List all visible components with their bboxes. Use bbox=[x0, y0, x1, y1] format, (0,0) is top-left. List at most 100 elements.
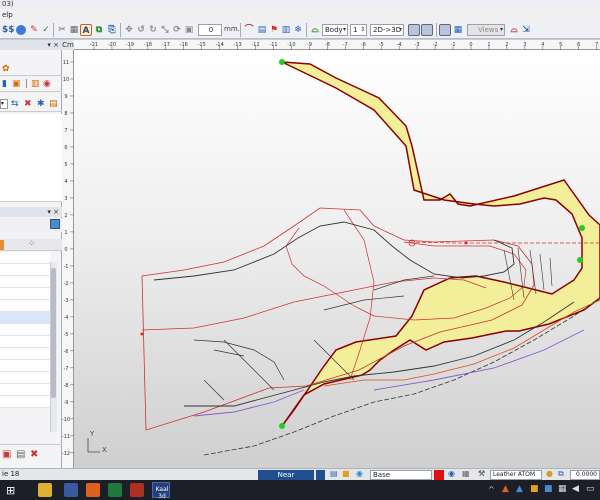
align-icon[interactable]: A bbox=[80, 24, 92, 36]
table-row-selected[interactable] bbox=[0, 312, 50, 324]
red-point[interactable] bbox=[140, 332, 144, 336]
layer-add-icon[interactable]: ▣ bbox=[12, 79, 21, 89]
drawing-canvas[interactable]: Y X bbox=[74, 50, 600, 468]
grid-icon[interactable]: ▦ bbox=[68, 24, 80, 36]
remove-icon[interactable]: ✖ bbox=[30, 449, 38, 460]
snap-select[interactable]: Near bbox=[258, 470, 314, 480]
view-2d-icon[interactable] bbox=[408, 24, 420, 36]
eye-icon[interactable]: ◉ bbox=[356, 469, 363, 478]
layers-icon[interactable]: ▤ bbox=[330, 469, 338, 478]
panel-close[interactable]: × bbox=[53, 41, 59, 49]
red-point[interactable] bbox=[464, 241, 468, 245]
table-row[interactable] bbox=[0, 396, 50, 408]
box-icon[interactable]: ▣ bbox=[183, 24, 195, 36]
shoe-icon[interactable]: ⌓ bbox=[309, 24, 321, 36]
globe-icon[interactable] bbox=[16, 25, 26, 35]
delete-icon[interactable]: ▣ bbox=[2, 449, 11, 460]
file-explorer-icon[interactable] bbox=[38, 483, 52, 497]
palette-icon[interactable]: ◉ bbox=[43, 79, 51, 89]
app-icon[interactable] bbox=[86, 483, 100, 497]
scissors-icon[interactable]: ✂ bbox=[56, 24, 68, 36]
table-row[interactable] bbox=[0, 324, 50, 336]
dropdown-icon[interactable]: ▾ bbox=[0, 99, 8, 109]
rotate-right-icon[interactable]: ↻ bbox=[147, 24, 159, 36]
volume-icon[interactable]: ◀ bbox=[572, 484, 579, 494]
view-split-icon[interactable] bbox=[421, 24, 433, 36]
offset-stepper[interactable]: 0 bbox=[198, 24, 222, 36]
scale-icon[interactable]: ⧉ bbox=[558, 469, 564, 479]
table-row[interactable] bbox=[0, 372, 50, 384]
last-contour[interactable] bbox=[153, 221, 515, 281]
pen-icon[interactable]: ✎ bbox=[28, 24, 40, 36]
material-icon[interactable]: ⚒ bbox=[478, 469, 485, 478]
mode-select[interactable]: 2D->3D ▾ bbox=[370, 24, 404, 36]
chevron-up-icon[interactable]: ^ bbox=[488, 485, 495, 494]
material-select[interactable]: Leather ATOM bbox=[490, 470, 542, 480]
copy-icon[interactable]: ⎘ bbox=[106, 24, 118, 36]
tray-icon[interactable]: ■ bbox=[530, 484, 539, 494]
green-marker[interactable] bbox=[577, 257, 583, 263]
stack-icon[interactable]: ▤ bbox=[49, 99, 58, 109]
table-row[interactable] bbox=[0, 252, 50, 264]
transfer-icon[interactable]: ⇆ bbox=[11, 99, 19, 109]
list-icon[interactable]: ▤ bbox=[16, 449, 25, 460]
windows-start-icon[interactable]: ⊞ bbox=[6, 484, 15, 497]
star-icon[interactable]: ✱ bbox=[37, 99, 45, 109]
flag-icon[interactable]: ⚑ bbox=[268, 24, 280, 36]
menu-help[interactable]: elp bbox=[2, 11, 13, 19]
table-row[interactable] bbox=[0, 384, 50, 396]
snowflake-icon[interactable]: ❄ bbox=[292, 24, 304, 36]
coin-icon[interactable]: ● bbox=[546, 469, 553, 478]
table-row[interactable] bbox=[0, 288, 50, 300]
eye-icon[interactable]: ◉ bbox=[448, 469, 455, 478]
display-icon[interactable]: ▭ bbox=[586, 484, 595, 494]
number-select[interactable]: 1 ⇕ bbox=[350, 24, 367, 36]
grid-toggle-icon[interactable]: ▦ bbox=[452, 24, 464, 36]
mirror-icon[interactable]: ⧉ bbox=[93, 24, 105, 36]
rotate-left-icon[interactable]: ↺ bbox=[135, 24, 147, 36]
tray-icon[interactable]: ▲ bbox=[502, 484, 509, 494]
app-icon[interactable] bbox=[64, 483, 78, 497]
chevron-down-icon[interactable] bbox=[316, 470, 325, 480]
shoe-red-icon[interactable]: ⌓ bbox=[508, 24, 520, 36]
layers-icon[interactable]: ▤ bbox=[256, 24, 268, 36]
export-icon[interactable]: ⇲ bbox=[520, 24, 532, 36]
table-row[interactable] bbox=[0, 360, 50, 372]
green-marker[interactable] bbox=[279, 423, 285, 429]
add-icon[interactable]: ▮ bbox=[2, 79, 7, 89]
value-field[interactable]: 0.0000 bbox=[570, 470, 600, 480]
grid-icon[interactable]: ▦ bbox=[462, 469, 470, 478]
table-row[interactable] bbox=[0, 300, 50, 312]
check-icon[interactable]: ✓ bbox=[40, 24, 52, 36]
move-icon[interactable]: ✥ bbox=[123, 24, 135, 36]
layer-select[interactable]: Base bbox=[370, 470, 432, 480]
tool-icon[interactable]: ✿ bbox=[2, 64, 10, 74]
green-marker[interactable] bbox=[579, 225, 585, 231]
rotate-icon[interactable]: ⟳ bbox=[171, 24, 183, 36]
kaal3d-taskbar-item[interactable]: Kaal 3d bbox=[152, 482, 170, 500]
panel-scrollbar-thumb[interactable] bbox=[51, 268, 56, 398]
yellow-pattern-shape[interactable] bbox=[281, 61, 600, 427]
table-row[interactable] bbox=[0, 276, 50, 288]
scale-icon[interactable]: ⤡ bbox=[159, 24, 171, 36]
table-row[interactable] bbox=[0, 348, 50, 360]
tray-icon[interactable]: ▲ bbox=[516, 484, 523, 494]
table-row[interactable] bbox=[0, 264, 50, 276]
sync-icon[interactable]: $$ bbox=[2, 24, 15, 36]
app-icon[interactable] bbox=[130, 483, 144, 497]
green-marker[interactable] bbox=[279, 59, 285, 65]
table-row[interactable] bbox=[0, 336, 50, 348]
chart-icon[interactable]: ▥ bbox=[280, 24, 292, 36]
views-select[interactable]: Views ▾ bbox=[467, 24, 505, 36]
view-3d-icon[interactable] bbox=[439, 24, 451, 36]
image-icon[interactable] bbox=[50, 219, 60, 229]
body-select[interactable]: Body ▾ bbox=[322, 24, 348, 36]
network-icon[interactable]: ▦ bbox=[558, 484, 567, 494]
color-swatch[interactable] bbox=[434, 470, 444, 480]
excel-icon[interactable] bbox=[108, 483, 122, 497]
cross-icon[interactable]: ✖ bbox=[24, 99, 32, 109]
lock-icon[interactable]: ■ bbox=[342, 469, 350, 478]
tray-icon[interactable]: ■ bbox=[544, 484, 553, 494]
layer-icon[interactable]: ▥ bbox=[31, 79, 40, 89]
curve-icon[interactable]: ⌒ bbox=[243, 24, 255, 36]
